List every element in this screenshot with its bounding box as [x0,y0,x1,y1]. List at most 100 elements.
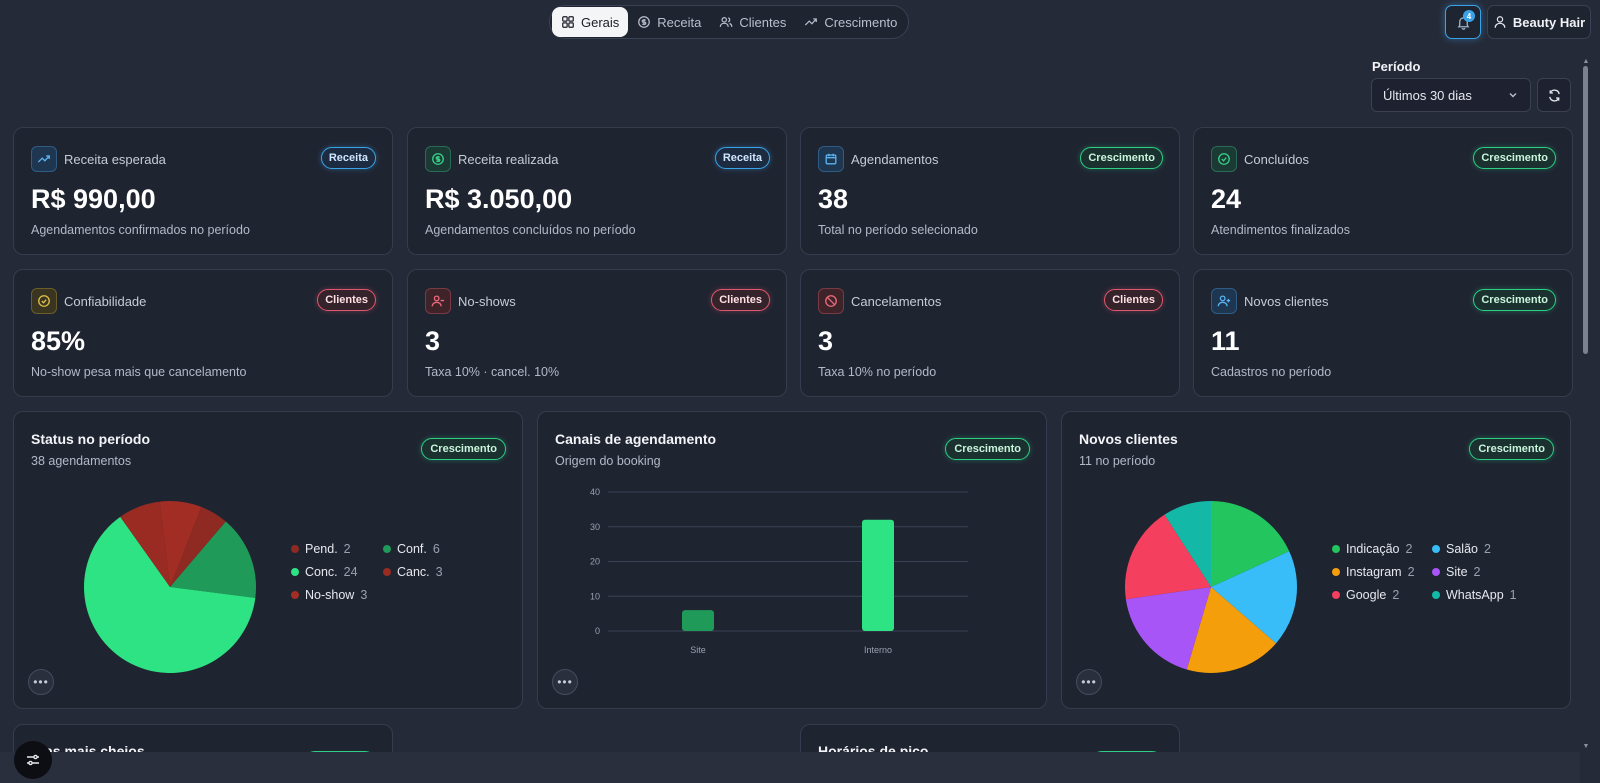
tab-clientes[interactable]: Clientes [710,7,795,37]
period-selected-value: Últimos 30 dias [1383,87,1472,103]
metric-value: 85% [31,326,86,356]
bar[interactable] [862,519,894,631]
legend-item[interactable]: Pend. 2 [291,542,383,556]
metric-subtitle: Agendamentos concluídos no período [425,223,636,237]
legend-item[interactable]: Google 2 [1332,588,1432,602]
legend-swatch [1432,591,1440,599]
category-badge: Crescimento [1473,147,1556,169]
check-circle-icon [31,288,57,314]
tab-label: Crescimento [824,14,898,30]
category-badge: Clientes [1104,289,1163,311]
legend-item[interactable]: Canc. 3 [383,565,463,579]
metric-subtitle: Total no período selecionado [818,223,978,237]
legend-value: 1 [1509,588,1517,602]
legend-item[interactable]: Salão 2 [1432,542,1522,556]
legend-label: Google [1346,588,1387,602]
y-tick-label: 20 [590,557,600,567]
metric-value: 38 [818,184,849,214]
metric-value: 3 [425,326,441,356]
metric-subtitle: Cadastros no período [1211,365,1332,379]
metric-title: Receita realizada [458,152,559,167]
notification-count-badge: 4 [1463,10,1475,22]
metric-card-agendamentos: Agendamentos Crescimento 38 Total no per… [800,127,1180,255]
metric-card-cancelamentos: Cancelamentos Clientes 3 Taxa 10% no per… [800,269,1180,397]
legend-swatch [1332,591,1340,599]
more-options-button[interactable]: ••• [1076,669,1102,695]
more-options-button[interactable]: ••• [552,669,578,695]
legend-value: 2 [1483,542,1491,556]
legend-item[interactable]: Conc. 24 [291,565,383,579]
metric-subtitle: No-show pesa mais que cancelamento [31,365,247,379]
legend-label: No-show [305,588,355,602]
scrollbar-thumb[interactable] [1583,66,1588,354]
metric-subtitle: Taxa 10% · cancel. 10% [425,365,560,379]
period-select[interactable]: Últimos 30 dias [1371,78,1531,112]
user-icon [1493,15,1507,29]
panel-subtitle: 11 no período [1079,454,1156,468]
more-options-button[interactable]: ••• [28,669,54,695]
metric-card-confiabilidade: Confiabilidade Clientes 85% No-show pesa… [13,269,393,397]
y-tick-label: 0 [595,626,600,636]
calendar-icon [818,146,844,172]
footer-strip [0,752,1580,783]
refresh-icon [1547,88,1562,103]
sliders-icon [25,752,41,768]
settings-button[interactable] [14,741,52,779]
panel-title: Canais de agendamento [555,431,717,447]
grid-icon [561,15,575,29]
metric-title: Receita esperada [64,152,166,167]
notifications-button[interactable]: 4 [1445,5,1481,39]
user-label: Beauty Hair [1512,14,1586,30]
trending-up-icon [31,146,57,172]
category-badge: Receita [320,147,376,169]
new-clients-pie-chart [1125,501,1297,673]
legend-value: 3 [360,588,368,602]
tab-crescimento[interactable]: Crescimento [795,7,906,37]
legend-swatch [1432,568,1440,576]
legend-value: 2 [1407,565,1415,579]
metric-title: No-shows [458,294,516,309]
tab-label: Clientes [739,14,787,30]
chevron-down-icon [1507,89,1519,101]
legend-label: Site [1446,565,1468,579]
legend-swatch [1432,545,1440,553]
metric-value: 3 [818,326,834,356]
tab-receita[interactable]: Receita [628,7,710,37]
legend-item[interactable]: Conf. 6 [383,542,463,556]
legend-item[interactable]: Instagram 2 [1332,565,1432,579]
metric-card-no-shows: No-shows Clientes 3 Taxa 10% · cancel. 1… [407,269,787,397]
panel-title: Novos clientes [1079,431,1178,447]
metric-value: R$ 3.050,00 [425,184,573,214]
bar[interactable] [682,610,714,631]
channels-chart-panel: Canais de agendamento Origem do booking … [537,411,1047,709]
new-clients-chart-panel: Novos clientes 11 no período Crescimento… [1061,411,1571,709]
refresh-button[interactable] [1537,78,1571,112]
legend-item[interactable]: WhatsApp 1 [1432,588,1522,602]
metric-card-receita-realizada: Receita realizada Receita R$ 3.050,00 Ag… [407,127,787,255]
tab-gerais[interactable]: Gerais [552,7,629,37]
channels-bar-chart: 0 10 20 30 40 Site Interno [590,487,968,655]
status-pie-chart [84,501,256,673]
scroll-down-arrow[interactable]: ▼ [1582,743,1590,750]
legend-value: 2 [1392,588,1400,602]
metric-subtitle: Atendimentos finalizados [1211,223,1350,237]
metric-title: Agendamentos [851,152,939,167]
user-menu-button[interactable]: Beauty Hair [1487,5,1591,39]
tab-label: Gerais [581,14,620,30]
legend-value: 2 [1405,542,1413,556]
legend-swatch [383,568,391,576]
category-badge: Crescimento [1473,289,1556,311]
legend-swatch [383,545,391,553]
ban-icon [818,288,844,314]
legend-item[interactable]: No-show 3 [291,588,383,602]
legend-item[interactable]: Site 2 [1432,565,1522,579]
scroll-up-arrow[interactable]: ▲ [1582,58,1590,65]
new-clients-legend: Indicação 2 Salão 2 Instagram 2 Site 2 Google 2 Wh… [1332,542,1522,602]
legend-item[interactable]: Indicação 2 [1332,542,1432,556]
legend-swatch [291,545,299,553]
users-icon [719,15,733,29]
y-tick-label: 10 [590,591,600,601]
metric-value: 24 [1211,184,1242,214]
panel-subtitle: Origem do booking [555,454,661,468]
legend-label: Canc. [397,565,430,579]
